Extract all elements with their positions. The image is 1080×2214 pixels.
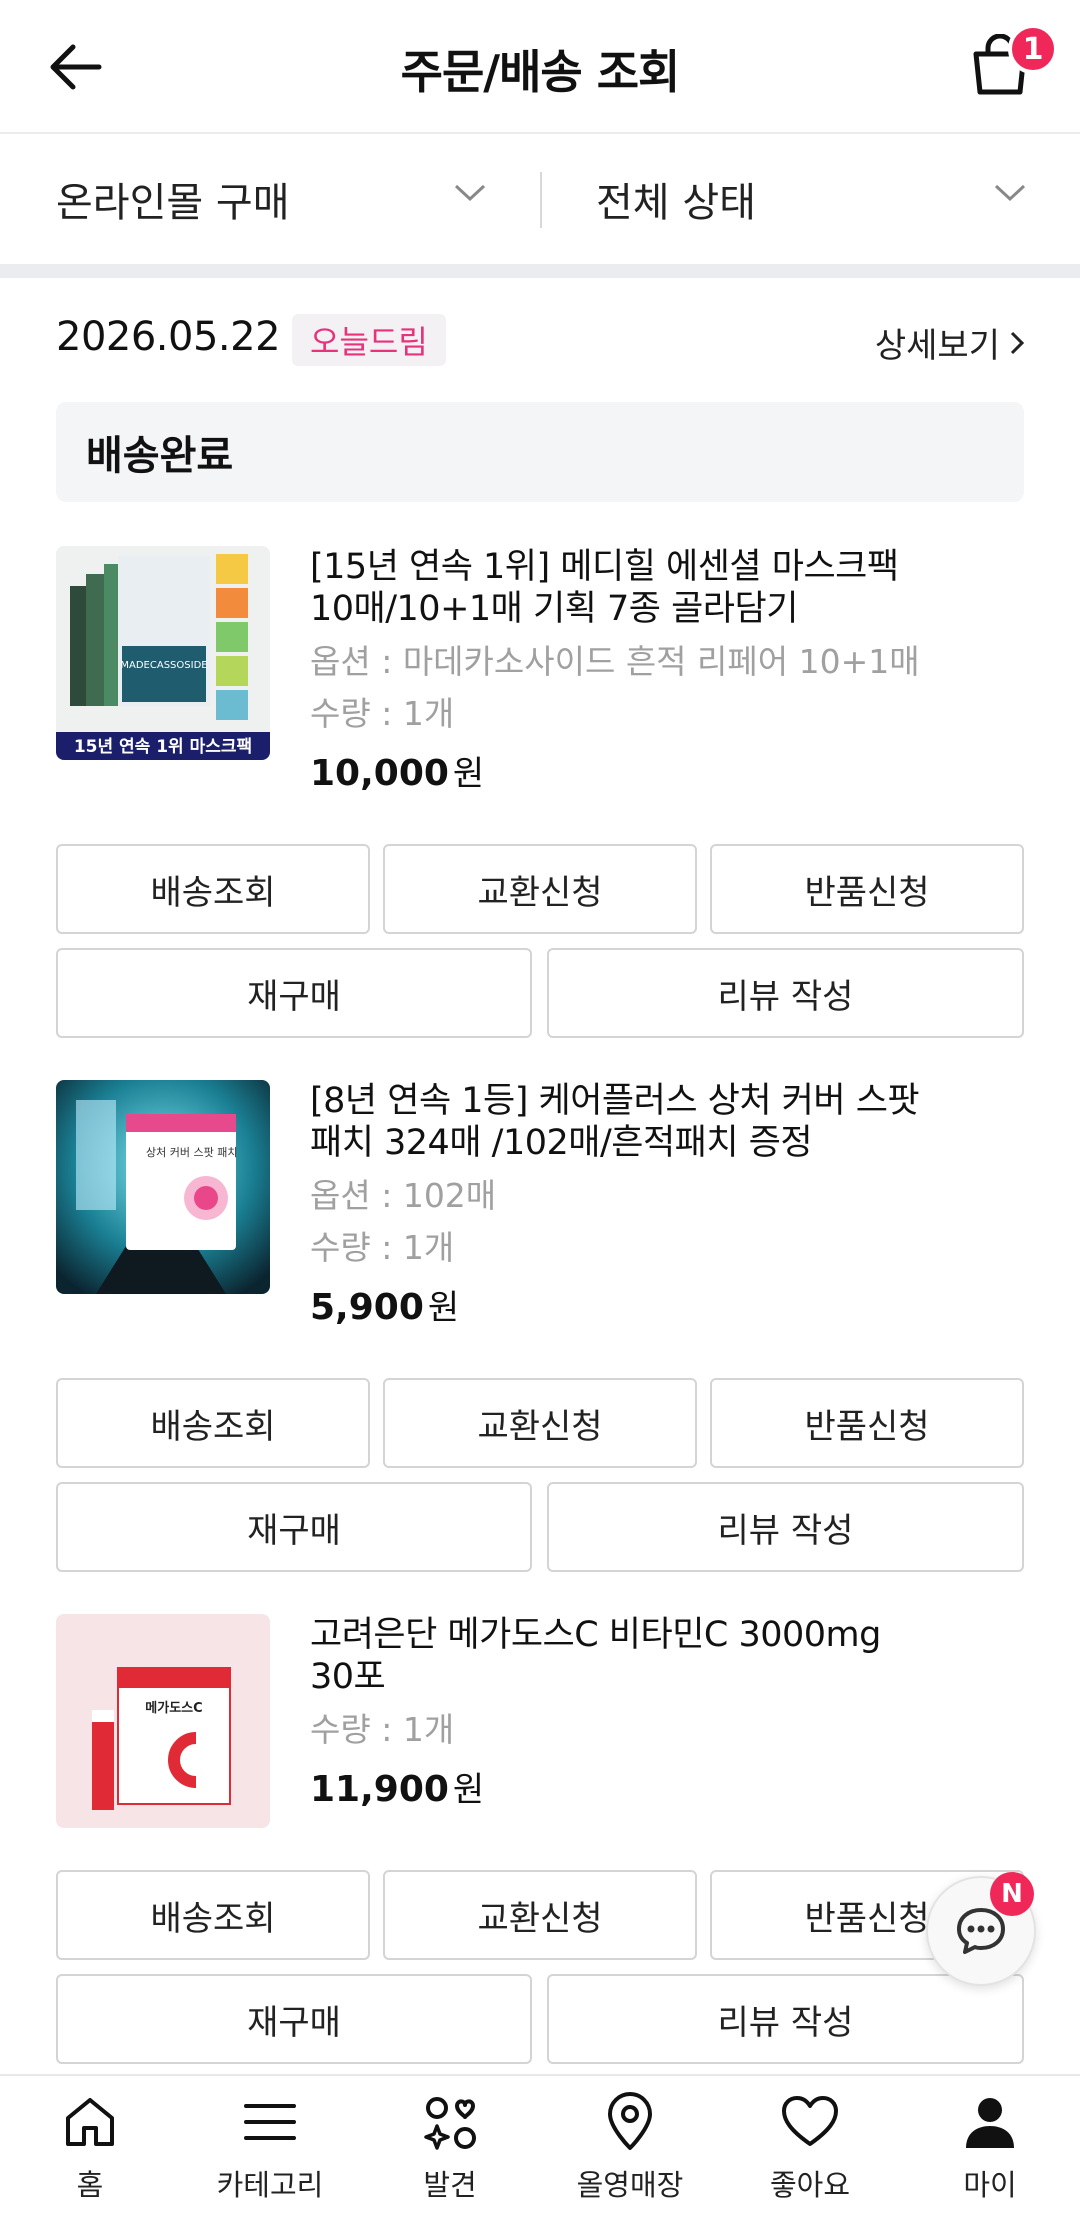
bottom-navigation: 홈 카테고리 발견 올영매장 좋아요 마이 [0, 2074, 1080, 2214]
person-icon [966, 2098, 1014, 2148]
product-option: 옵션 : 102매 [310, 1176, 497, 1215]
product-quantity: 수량 : 1개 [310, 694, 455, 733]
product-option: 옵션 : 마데카소사이드 흔적 리페어 10+1매 [310, 642, 920, 681]
thumb-label-text: 상처 커버 스팟 패치 [146, 1146, 237, 1159]
nav-likes[interactable]: 좋아요 [720, 2076, 900, 2214]
channel-filter-dropdown[interactable]: 온라인몰 구매 [56, 134, 486, 264]
page-title: 주문/배송 조회 [400, 45, 681, 99]
product-price: 11,900 원 [310, 1762, 950, 1811]
nav-discover[interactable]: 발견 [360, 2076, 540, 2214]
nav-home[interactable]: 홈 [0, 2076, 180, 2214]
currency-unit: 원 [452, 1770, 485, 1810]
channel-filter-label: 온라인몰 구매 [56, 180, 290, 226]
write-review-button[interactable]: 리뷰 작성 [547, 1974, 1024, 2064]
track-delivery-button[interactable]: 배송조회 [56, 1870, 370, 1960]
mask-pack-image: MADECASSOSIDE 15년 연속 1위 마스크팩 [56, 546, 270, 760]
chevron-right-icon [1010, 331, 1024, 354]
home-icon [66, 2098, 114, 2146]
chevron-down-icon [454, 184, 486, 202]
product-price: 5,900 원 [310, 1280, 950, 1329]
track-delivery-button[interactable]: 배송조회 [56, 1378, 370, 1468]
delivery-type-badge: 오늘드림 [292, 314, 446, 366]
product-info[interactable]: [15년 연속 1위] 메디힐 에센셜 마스크팩 10매/10+1매 기획 7종… [310, 546, 950, 795]
product-quantity: 수량 : 1개 [310, 1710, 455, 1749]
nav-store[interactable]: 올영매장 [540, 2076, 720, 2214]
chevron-down-icon [994, 184, 1026, 202]
order-date: 2026.05.22 [56, 314, 281, 360]
nav-label: 발견 [423, 2168, 477, 2202]
write-review-button[interactable]: 리뷰 작성 [547, 1482, 1024, 1572]
price-value: 5,900 [310, 1287, 424, 1328]
return-request-button[interactable]: 반품신청 [710, 1378, 1024, 1468]
nav-category[interactable]: 카테고리 [180, 2076, 360, 2214]
exchange-request-button[interactable]: 교환신청 [383, 844, 697, 934]
product-info[interactable]: 고려은단 메가도스C 비타민C 3000mg 30포 수량 : 1개 11,90… [310, 1614, 950, 1811]
product-quantity: 수량 : 1개 [310, 1228, 455, 1267]
product-name-line2: 30포 [310, 1657, 386, 1697]
rebuy-button[interactable]: 재구매 [56, 1974, 532, 2064]
cart-count-badge: 1 [1008, 24, 1058, 74]
return-request-button[interactable]: 반품신청 [710, 844, 1024, 934]
order-status-box: 배송완료 [56, 402, 1024, 502]
price-value: 11,900 [310, 1769, 449, 1810]
thumb-brand-text: MADECASSOSIDE [120, 660, 207, 671]
order-detail-link[interactable]: 상세보기 [875, 318, 1024, 367]
rebuy-button[interactable]: 재구매 [56, 948, 532, 1038]
product-thumbnail[interactable]: 메가도스C [56, 1614, 270, 1828]
product-name-line2: 패치 324매 /102매/흔적패치 증정 [310, 1123, 813, 1163]
order-status-label: 배송완료 [86, 433, 234, 479]
nav-label: 카테고리 [216, 2168, 324, 2202]
filter-bar: 온라인몰 구매 전체 상태 [0, 134, 1080, 264]
menu-icon [244, 2104, 296, 2140]
discover-icon [424, 2097, 476, 2150]
nav-label: 좋아요 [769, 2168, 851, 2202]
product-name-line2: 10매/10+1매 기획 7종 골라담기 [310, 589, 798, 629]
location-pin-icon [608, 2092, 652, 2150]
nav-my[interactable]: 마이 [900, 2076, 1080, 2214]
chat-bubble-icon [957, 1908, 1005, 1954]
product-name-line1: [8년 연속 1등] 케어플러스 상처 커버 스팟 [310, 1081, 920, 1121]
track-delivery-button[interactable]: 배송조회 [56, 844, 370, 934]
nav-label: 홈 [76, 2168, 104, 2202]
price-value: 10,000 [310, 753, 449, 794]
heart-icon [782, 2096, 838, 2146]
nav-label: 올영매장 [576, 2168, 684, 2202]
spot-patch-image: 상처 커버 스팟 패치 [56, 1080, 270, 1294]
exchange-request-button[interactable]: 교환신청 [383, 1378, 697, 1468]
nav-label: 마이 [963, 2168, 1017, 2202]
filter-divider [540, 172, 542, 228]
product-info[interactable]: [8년 연속 1등] 케어플러스 상처 커버 스팟 패치 324매 /102매/… [310, 1080, 950, 1329]
status-filter-label: 전체 상태 [596, 180, 756, 226]
thumb-label-text: 메가도스C [145, 1701, 202, 1716]
thumb-caption-text: 15년 연속 1위 마스크팩 [74, 737, 252, 757]
currency-unit: 원 [452, 754, 485, 794]
product-name-line1: [15년 연속 1위] 메디힐 에센셜 마스크팩 [310, 547, 899, 587]
product-thumbnail[interactable]: MADECASSOSIDE 15년 연속 1위 마스크팩 [56, 546, 270, 760]
detail-link-label: 상세보기 [874, 326, 1000, 366]
app-header: 주문/배송 조회 1 [0, 0, 1080, 134]
product-thumbnail[interactable]: 상처 커버 스팟 패치 [56, 1080, 270, 1294]
section-divider [0, 264, 1080, 278]
chat-new-badge: N [990, 1872, 1034, 1916]
status-filter-dropdown[interactable]: 전체 상태 [596, 134, 1026, 264]
vitamin-c-image: 메가도스C [56, 1614, 270, 1828]
exchange-request-button[interactable]: 교환신청 [383, 1870, 697, 1960]
rebuy-button[interactable]: 재구매 [56, 1482, 532, 1572]
product-name-line1: 고려은단 메가도스C 비타민C 3000mg [310, 1615, 881, 1655]
write-review-button[interactable]: 리뷰 작성 [547, 948, 1024, 1038]
product-price: 10,000 원 [310, 746, 950, 795]
currency-unit: 원 [427, 1288, 460, 1328]
